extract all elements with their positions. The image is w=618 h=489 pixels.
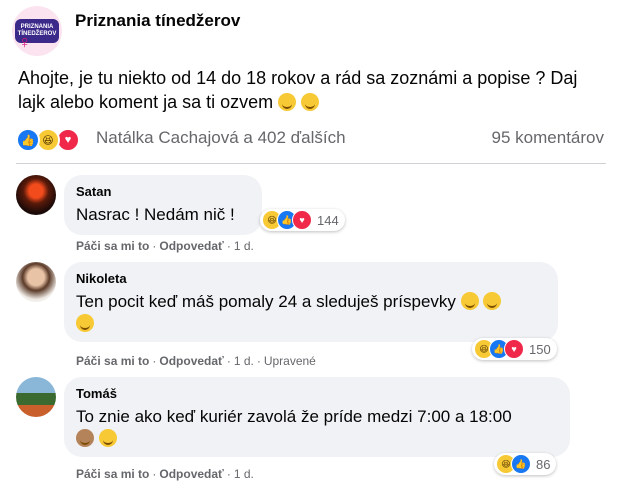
comment-bubble: Nikoleta Ten pocit keď máš pomaly 24 a s…: [64, 262, 558, 342]
reply-button[interactable]: Odpovedať: [159, 467, 223, 481]
edited-label[interactable]: Upravené: [264, 354, 316, 368]
comment-author[interactable]: Nikoleta: [76, 270, 546, 287]
comment-text-content: To znie ako keď kuriér zavolá že príde m…: [76, 407, 512, 426]
comment-actions: Páči sa mi to · Odpovedať · 1 d. · Upravené: [76, 354, 316, 368]
post-body: Ahojte, je tu niekto od 14 do 18 rokov a…: [18, 66, 600, 114]
like-button[interactable]: Páči sa mi to: [76, 467, 149, 481]
reply-button[interactable]: Odpovedať: [159, 354, 223, 368]
comment-text: Nasrac ! Nedám nič !: [76, 205, 235, 224]
group-avatar[interactable]: PRIZNANIA TÍNEDŽEROV ♀: [12, 6, 62, 56]
love-icon: ♥: [292, 210, 312, 230]
comment-time[interactable]: 1 d.: [234, 239, 254, 253]
comment-text: Ten pocit keď máš pomaly 24 a sleduješ p…: [76, 291, 546, 335]
avatar[interactable]: [16, 175, 56, 215]
comment-author[interactable]: Satan: [76, 183, 250, 200]
comment-actions: Páči sa mi to · Odpovedať · 1 d.: [76, 467, 254, 481]
tears-of-joy-emoji-icon: [483, 292, 502, 310]
comment-text: To znie ako keď kuriér zavolá že príde m…: [76, 406, 558, 450]
comment-text-content: Ten pocit keď máš pomaly 24 a sleduješ p…: [76, 292, 456, 311]
avatar[interactable]: [16, 262, 56, 302]
comment-actions: Páči sa mi to · Odpovedať · 1 d.: [76, 239, 254, 253]
post-header: PRIZNANIA TÍNEDŽEROV ♀ Priznania tínedže…: [12, 6, 612, 56]
comment-bubble: Tomáš To znie ako keď kuriér zavolá že p…: [64, 377, 570, 457]
reply-button[interactable]: Odpovedať: [159, 239, 223, 253]
comment: Nikoleta Ten pocit keď máš pomaly 24 a s…: [16, 262, 606, 372]
tears-of-joy-emoji-icon: [76, 314, 94, 332]
comment-time[interactable]: 1 d.: [234, 354, 254, 368]
gender-symbol-icon: ♀: [18, 32, 32, 52]
tears-of-joy-emoji-icon: [98, 429, 117, 447]
comment: Tomáš To znie ako keď kuriér zavolá že p…: [16, 377, 606, 489]
avatar[interactable]: [16, 377, 56, 417]
see-no-evil-monkey-emoji-icon: [76, 429, 94, 447]
comment-reactions[interactable]: 😆 👍 ♥ 150: [472, 338, 557, 360]
like-icon: 👍: [511, 454, 531, 474]
post-text: Ahojte, je tu niekto od 14 do 18 rokov a…: [18, 68, 578, 112]
comment-reactions[interactable]: 😆 👍 ♥ 144: [260, 209, 345, 231]
reaction-count: 86: [536, 456, 551, 472]
smiling-emoji-icon: [278, 93, 297, 111]
comment: Satan Nasrac ! Nedám nič ! 😆 👍 ♥ 144 Páč…: [16, 175, 606, 255]
divider: [16, 163, 606, 164]
grinning-emoji-icon: [460, 292, 479, 310]
reactions-names-link[interactable]: Natálka Cachajová a 402 ďalších: [96, 128, 346, 148]
comment-bubble: Satan Nasrac ! Nedám nič !: [64, 175, 262, 235]
reactions-summary: 👍 😆 ♥ Natálka Cachajová a 402 ďalších 95…: [16, 126, 606, 152]
like-icon: 👍: [16, 128, 40, 152]
smiling-emoji-icon: [301, 93, 320, 111]
comment-author[interactable]: Tomáš: [76, 385, 558, 402]
like-button[interactable]: Páči sa mi to: [76, 354, 149, 368]
reaction-count: 144: [317, 212, 339, 228]
comment-reactions[interactable]: 😆 👍 86: [494, 453, 557, 475]
love-icon: ♥: [504, 339, 524, 359]
group-name-link[interactable]: Priznania tínedžerov: [75, 11, 240, 31]
reaction-count: 150: [529, 341, 551, 357]
like-button[interactable]: Páči sa mi to: [76, 239, 149, 253]
comment-time[interactable]: 1 d.: [234, 467, 254, 481]
comment-count-link[interactable]: 95 komentárov: [492, 128, 604, 148]
